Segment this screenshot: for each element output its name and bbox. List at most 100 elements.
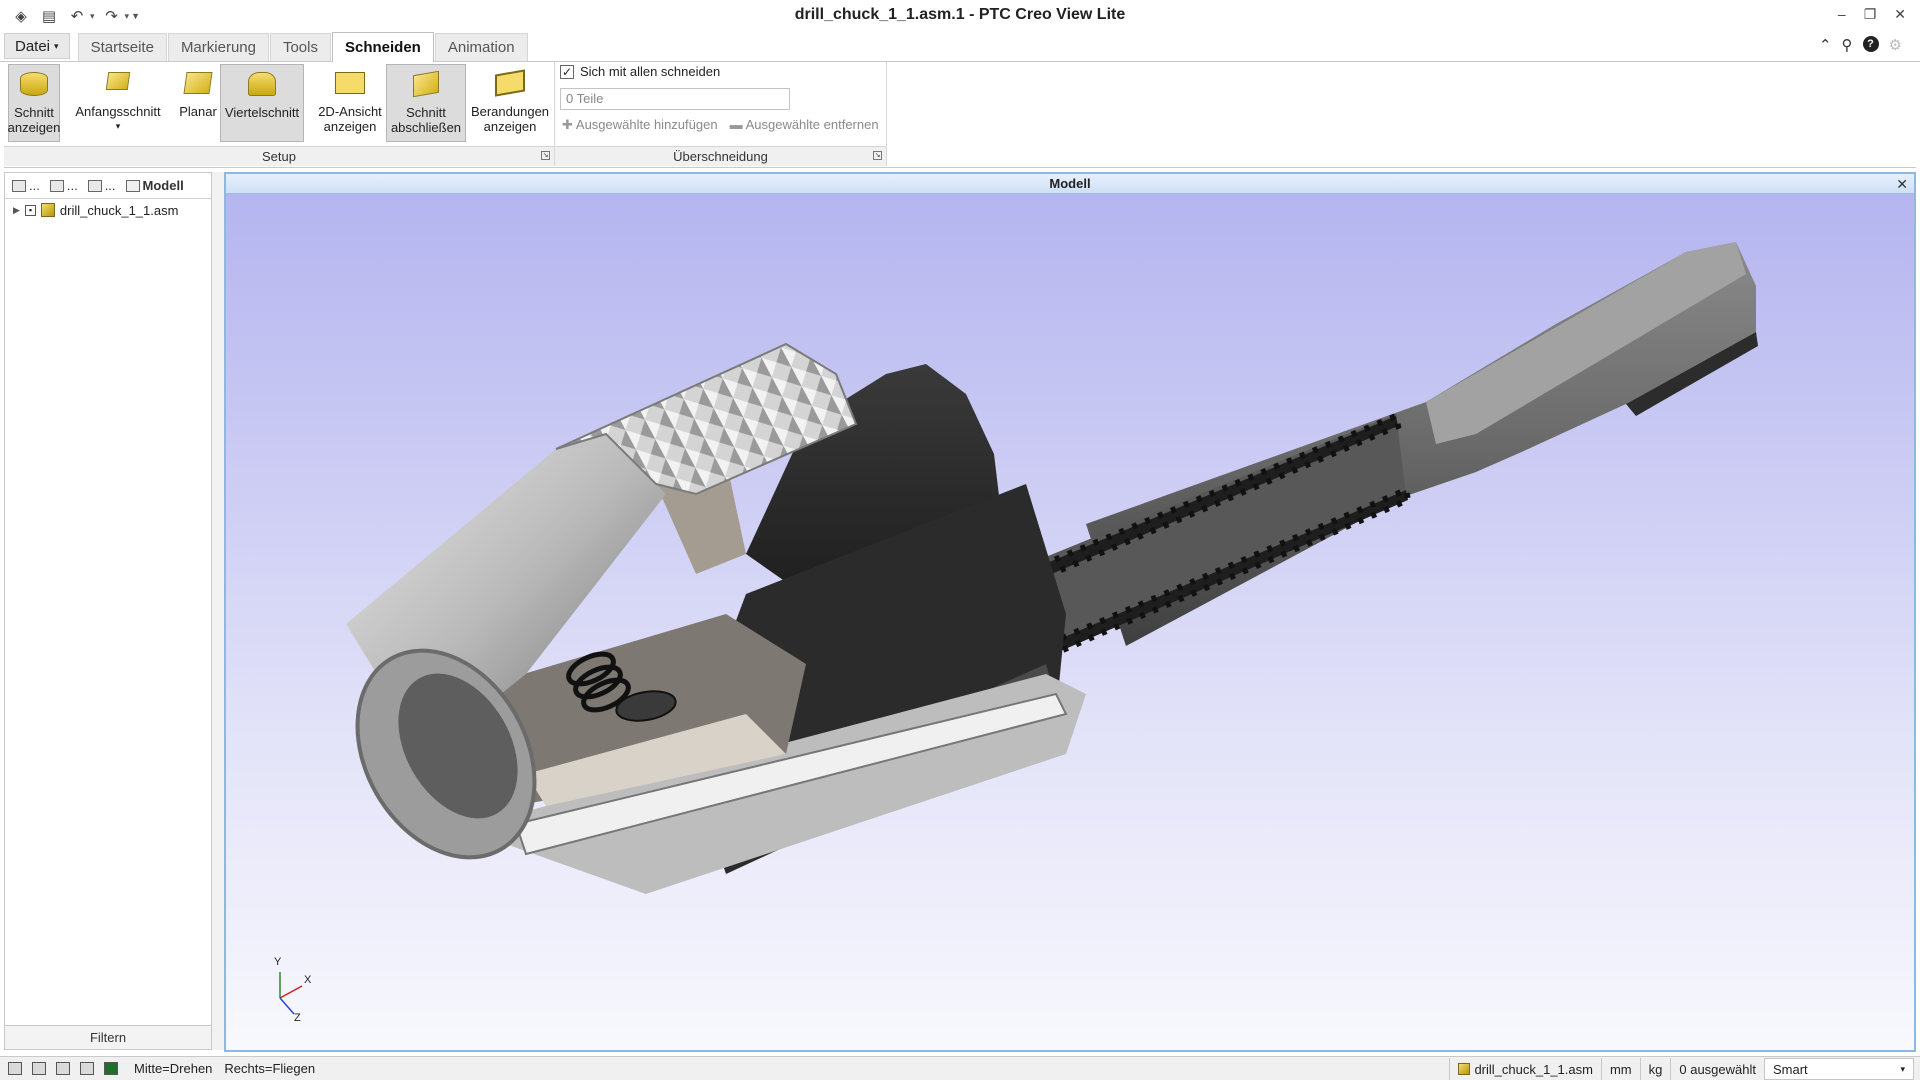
structure-icon xyxy=(12,179,26,192)
initial-section-icon xyxy=(103,68,133,98)
expand-triangle-icon[interactable]: ▶ xyxy=(13,205,20,216)
search-icon[interactable]: ⚲ xyxy=(1842,36,1853,54)
assembly-icon xyxy=(1458,1063,1471,1075)
open-folder-icon[interactable]: ▤ xyxy=(38,5,60,27)
settings-gear-icon[interactable]: ⚙ xyxy=(1889,36,1902,54)
close-section-icon xyxy=(411,69,441,99)
mouse-hint-rotate: Mitte=Drehen xyxy=(134,1061,213,1076)
intersection-dialog-launcher-icon[interactable]: ↘ xyxy=(873,151,882,160)
tab-schneiden[interactable]: Schneiden xyxy=(332,32,434,62)
collapse-ribbon-icon[interactable]: ⌃ xyxy=(1819,36,1832,54)
console-icon[interactable] xyxy=(104,1062,118,1075)
tab-hierarchy[interactable]: ... xyxy=(85,175,119,197)
edges-icon xyxy=(495,68,525,98)
panel-splitter[interactable] xyxy=(212,172,224,1050)
selection-mode-select[interactable]: Smart ▾ xyxy=(1764,1058,1914,1080)
cylinder-section-icon xyxy=(19,69,49,99)
add-selected-button[interactable]: ✚ Ausgewählte hinzufügen xyxy=(562,117,718,133)
chevron-down-icon: ▾ xyxy=(115,121,121,131)
layout-split-icon[interactable] xyxy=(32,1062,46,1075)
tree-item-root[interactable]: ▶ ▪ drill_chuck_1_1.asm xyxy=(5,201,211,219)
ribbon-panel: Schnitt anzeigen Anfangsschnitt ▾ Planar… xyxy=(4,62,1916,168)
layout-full-icon[interactable] xyxy=(80,1062,94,1075)
quarter-section-button[interactable]: Viertelschnitt xyxy=(220,64,304,142)
close-section-button[interactable]: Schnitt abschließen xyxy=(386,64,466,142)
file-menu[interactable]: Datei ▾ xyxy=(4,33,70,59)
tab-markup[interactable]: ... xyxy=(47,175,81,197)
intersection-group-label: Überschneidung xyxy=(673,149,768,164)
tab-startseite[interactable]: Startseite xyxy=(77,33,167,61)
model-icon xyxy=(125,179,140,192)
close-icon[interactable]: ✕ xyxy=(1896,174,1908,194)
close-window-icon[interactable]: ✕ xyxy=(1894,6,1906,23)
show-edges-label-1: Berandungen xyxy=(470,104,550,119)
show-2d-view-button[interactable]: 2D-Ansicht anzeigen xyxy=(314,64,386,142)
tab-model[interactable]: Modell xyxy=(123,175,187,197)
axis-z-label: Z xyxy=(294,1012,301,1024)
markup-icon xyxy=(49,179,64,192)
status-bar: Mitte=Drehen Rechts=Fliegen drill_chuck_… xyxy=(0,1056,1920,1080)
status-length-unit[interactable]: mm xyxy=(1600,1058,1640,1080)
add-selected-label: Ausgewählte hinzufügen xyxy=(575,117,718,132)
mouse-hint-fly: Rechts=Fliegen xyxy=(224,1061,316,1076)
show-section-label-1: Schnitt xyxy=(14,105,54,120)
viewport-header: Modell ✕ xyxy=(226,174,1914,194)
planar-button[interactable]: Planar xyxy=(172,64,224,142)
remove-selected-button[interactable]: ▬ Ausgewählte entfernen xyxy=(730,117,879,133)
chevron-down-icon: ▾ xyxy=(54,40,59,51)
planar-label: Planar xyxy=(179,104,217,119)
axis-y-label: Y xyxy=(274,956,282,968)
quarter-section-label: Viertelschnitt xyxy=(224,105,300,120)
viewport-title: Modell xyxy=(1049,176,1091,191)
window-title: drill_chuck_1_1.asm.1 - PTC Creo View Li… xyxy=(794,6,1126,23)
setup-dialog-launcher-icon[interactable]: ↘ xyxy=(541,151,550,160)
undo-dropdown-icon[interactable]: ▾ xyxy=(90,11,95,22)
status-mass-unit[interactable]: kg xyxy=(1639,1058,1671,1080)
hierarchy-icon xyxy=(87,179,102,192)
chevron-down-icon: ▾ xyxy=(1900,1063,1905,1074)
status-right: drill_chuck_1_1.asm mm kg 0 ausgewählt S… xyxy=(1449,1057,1914,1080)
initial-section-label-1: Anfangsschnitt xyxy=(75,104,161,119)
layout-horizontal-icon[interactable] xyxy=(56,1062,70,1075)
layout-single-icon[interactable] xyxy=(8,1062,22,1075)
3d-scene[interactable]: Y X Z xyxy=(226,194,1914,1050)
visibility-checkbox[interactable]: ▪ xyxy=(24,204,36,216)
status-selection-count: 0 ausgewählt xyxy=(1670,1058,1764,1080)
intersect-all-row: ✓ Sich mit allen schneiden xyxy=(560,64,720,79)
filter-button[interactable]: Filtern xyxy=(5,1025,211,1049)
show-section-button[interactable]: Schnitt anzeigen xyxy=(8,64,60,142)
customize-toolbar-icon[interactable]: ▼ xyxy=(131,11,140,21)
show-2d-view-label-1: 2D-Ansicht xyxy=(318,104,382,119)
initial-section-button[interactable]: Anfangsschnitt ▾ xyxy=(68,64,168,142)
title-bar: ◈ ▤ ↶ ▾ ↷ ▾ ▼ drill_chuck_1_1.asm.1 - PT… xyxy=(0,0,1920,32)
show-edges-button[interactable]: Berandungen anzeigen xyxy=(468,64,552,142)
2d-view-icon xyxy=(335,68,365,98)
drill-chuck-model xyxy=(346,242,1758,894)
view-layout-icons xyxy=(0,1062,118,1075)
parts-field[interactable]: 0 Teile xyxy=(560,88,790,110)
redo-dropdown-icon[interactable]: ▾ xyxy=(125,11,130,22)
window-controls: – ❐ ✕ xyxy=(1838,6,1906,23)
ribbon-tab-bar: Datei ▾ Startseite Markierung Tools Schn… xyxy=(0,32,1920,62)
file-menu-label: Datei xyxy=(15,37,51,55)
undo-icon[interactable]: ↶ xyxy=(66,5,88,27)
app-icon[interactable]: ◈ xyxy=(10,5,32,27)
tab-structure[interactable]: ... xyxy=(9,175,43,197)
redo-icon[interactable]: ↷ xyxy=(101,5,123,27)
plus-icon: ✚ xyxy=(562,117,573,132)
minimize-icon[interactable]: – xyxy=(1838,6,1846,23)
group-separator xyxy=(886,62,887,166)
tab-model-label: Modell xyxy=(142,178,184,193)
tab-tools[interactable]: Tools xyxy=(269,33,331,61)
minus-icon: ▬ xyxy=(729,117,743,132)
intersect-all-checkbox[interactable]: ✓ xyxy=(560,64,574,79)
restore-icon[interactable]: ❐ xyxy=(1864,6,1877,23)
tab-animation[interactable]: Animation xyxy=(434,33,528,61)
assembly-icon xyxy=(40,203,55,217)
planar-section-icon xyxy=(183,68,213,98)
help-icon[interactable]: ? xyxy=(1862,36,1879,52)
setup-group-bar: Setup ↘ xyxy=(4,146,554,166)
axis-triad: Y X Z xyxy=(266,956,336,1032)
tab-markierung[interactable]: Markierung xyxy=(167,33,269,61)
tree-panel-tabs: ... ... ... Modell xyxy=(5,173,211,199)
